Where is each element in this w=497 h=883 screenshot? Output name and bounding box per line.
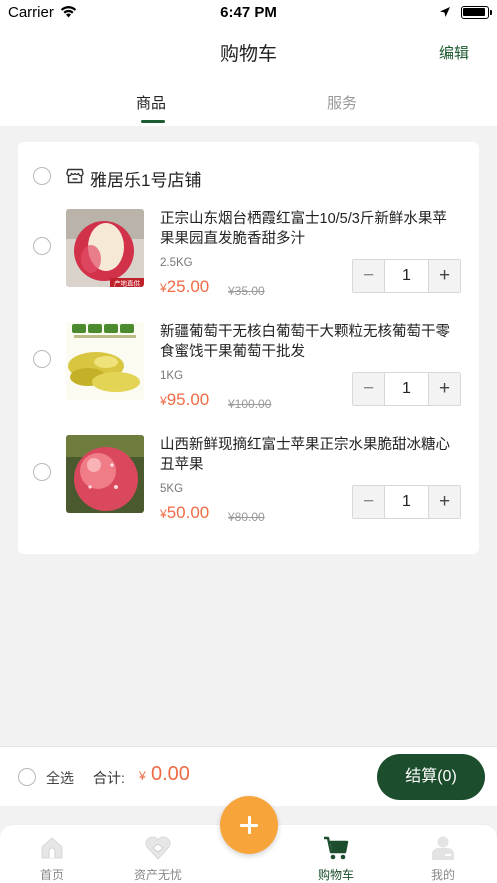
battery-icon <box>461 6 492 19</box>
original-price: ¥35.00 <box>228 284 265 298</box>
quantity-stepper: − 1 + <box>352 259 461 293</box>
quantity-stepper: − 1 + <box>352 485 461 519</box>
total-amount: 0.00 <box>151 763 190 785</box>
product-spec: 5KG <box>160 483 184 495</box>
product-price: ¥25.00 <box>160 277 210 296</box>
checkout-button[interactable]: 结算(0) <box>377 754 485 800</box>
store-icon <box>66 168 84 184</box>
cart-item: 山西新鲜现摘红富士苹果正宗水果脆甜冰糖心丑苹果 5KG ¥50.00 ¥80.0… <box>18 435 479 535</box>
edit-button[interactable]: 编辑 <box>439 42 469 63</box>
increase-button[interactable]: + <box>428 486 460 518</box>
decrease-button[interactable]: − <box>353 486 385 518</box>
status-bar: Carrier 6:47 PM <box>0 0 497 26</box>
tab-cart[interactable]: 购物车 <box>296 825 376 883</box>
product-name[interactable]: 新疆葡萄干无核白葡萄干大颗粒无核葡萄干零食蜜饯干果葡萄干批发 <box>160 322 460 362</box>
quantity-value[interactable]: 1 <box>385 260 428 292</box>
cart-icon <box>324 836 349 860</box>
product-name[interactable]: 山西新鲜现摘红富士苹果正宗水果脆甜冰糖心丑苹果 <box>160 435 460 475</box>
product-spec: 2.5KG <box>160 257 193 269</box>
product-image-fuji-apple[interactable] <box>66 435 144 513</box>
product-price: ¥50.00 <box>160 503 210 522</box>
shop-cart-card: 雅居乐1号店铺 产地直供 正宗山东烟台栖霞红富士10/5/3斤新鲜水果苹果果园直… <box>18 142 479 554</box>
tab-goods[interactable]: 商品 <box>136 92 166 113</box>
product-name[interactable]: 正宗山东烟台栖霞红富士10/5/3斤新鲜水果苹果果园直发脆香甜多汁 <box>160 209 460 249</box>
product-image-raisin[interactable] <box>66 322 144 400</box>
tab-label: 我的 <box>430 868 455 882</box>
status-time: 6:47 PM <box>220 4 277 21</box>
cart-item: 产地直供 正宗山东烟台栖霞红富士10/5/3斤新鲜水果苹果果园直发脆香甜多汁 2… <box>18 209 479 309</box>
tab-home[interactable]: 首页 <box>12 825 92 883</box>
tab-service[interactable]: 服务 <box>327 92 357 113</box>
original-price: ¥80.00 <box>228 510 265 524</box>
item-select-checkbox[interactable] <box>33 463 51 481</box>
product-image-apple[interactable]: 产地直供 <box>66 209 144 287</box>
tab-label: 首页 <box>39 868 64 882</box>
product-spec: 1KG <box>160 370 184 382</box>
profile-icon <box>432 836 454 860</box>
segment-tabs: 商品 服务 <box>0 80 497 126</box>
item-select-checkbox[interactable] <box>33 237 51 255</box>
page-title: 购物车 <box>219 44 277 65</box>
total-label: 合计: <box>93 770 125 786</box>
active-tab-indicator <box>141 120 165 123</box>
select-all-label[interactable]: 全选 <box>46 768 74 788</box>
add-button[interactable] <box>220 796 278 854</box>
tab-profile[interactable]: 我的 <box>403 825 483 883</box>
image-badge: 产地直供 <box>114 279 141 288</box>
decrease-button[interactable]: − <box>353 260 385 292</box>
home-icon <box>41 837 63 859</box>
asset-icon <box>145 836 171 860</box>
product-price: ¥95.00 <box>160 390 210 409</box>
select-all-checkbox[interactable] <box>18 768 36 786</box>
navigation-bar: 购物车 编辑 <box>0 26 497 80</box>
quantity-value[interactable]: 1 <box>385 486 428 518</box>
shop-name: 雅居乐1号店铺 <box>90 171 202 190</box>
quantity-stepper: − 1 + <box>352 372 461 406</box>
shop-select-checkbox[interactable] <box>33 167 51 185</box>
quantity-value[interactable]: 1 <box>385 373 428 405</box>
item-select-checkbox[interactable] <box>33 350 51 368</box>
tab-label: 资产无忧 <box>133 868 182 882</box>
tab-label: 购物车 <box>317 868 354 882</box>
decrease-button[interactable]: − <box>353 373 385 405</box>
total-currency: ¥ <box>139 769 146 783</box>
original-price: ¥100.00 <box>228 397 272 411</box>
increase-button[interactable]: + <box>428 373 460 405</box>
increase-button[interactable]: + <box>428 260 460 292</box>
location-icon <box>440 7 450 17</box>
cart-item: 新疆葡萄干无核白葡萄干大颗粒无核葡萄干零食蜜饯干果葡萄干批发 1KG ¥95.0… <box>18 322 479 422</box>
tab-assets[interactable]: 资产无忧 <box>118 825 198 883</box>
